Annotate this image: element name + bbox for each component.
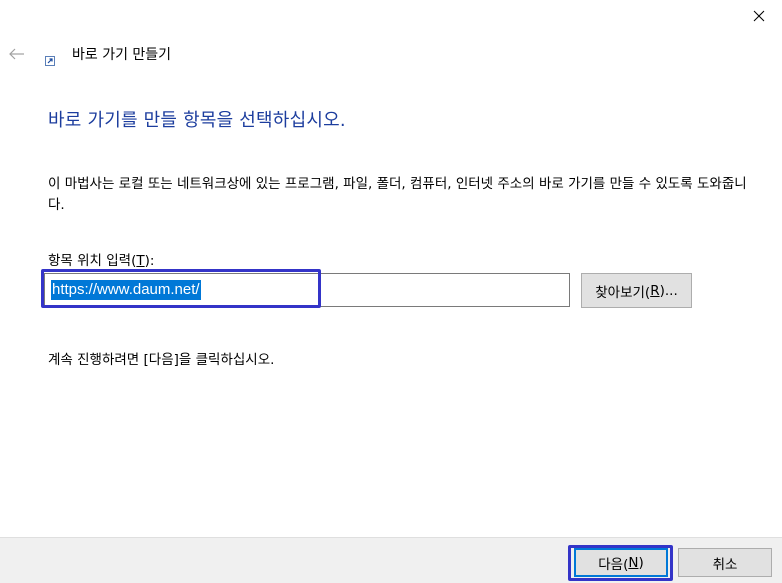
location-label: 항목 위치 입력(T): xyxy=(48,253,155,269)
location-input[interactable]: https://www.daum.net/ xyxy=(44,273,570,307)
continue-instruction: 계속 진행하려면 [다음]을 클릭하십시오. xyxy=(48,352,275,368)
back-button[interactable] xyxy=(6,44,28,64)
shortcut-icon xyxy=(45,56,55,66)
next-button[interactable]: 다음(N) xyxy=(574,548,668,577)
close-button[interactable] xyxy=(736,0,782,32)
browse-button[interactable]: 찾아보기(R)... xyxy=(581,273,692,308)
wizard-description: 이 마법사는 로컬 또는 네트워크상에 있는 프로그램, 파일, 폴더, 컴퓨터… xyxy=(48,176,747,213)
window-title: 바로 가기 만들기 xyxy=(72,47,172,63)
location-input-value: https://www.daum.net/ xyxy=(51,280,201,300)
cancel-button[interactable]: 취소 xyxy=(678,548,772,577)
close-icon xyxy=(753,10,765,22)
page-heading: 바로 가기를 만들 항목을 선택하십시오. xyxy=(48,110,346,131)
button-bar: 다음(N) 취소 xyxy=(0,537,782,583)
create-shortcut-window: 바로 가기 만들기 바로 가기를 만들 항목을 선택하십시오. 이 마법사는 로… xyxy=(0,0,782,583)
back-arrow-icon xyxy=(9,48,24,60)
